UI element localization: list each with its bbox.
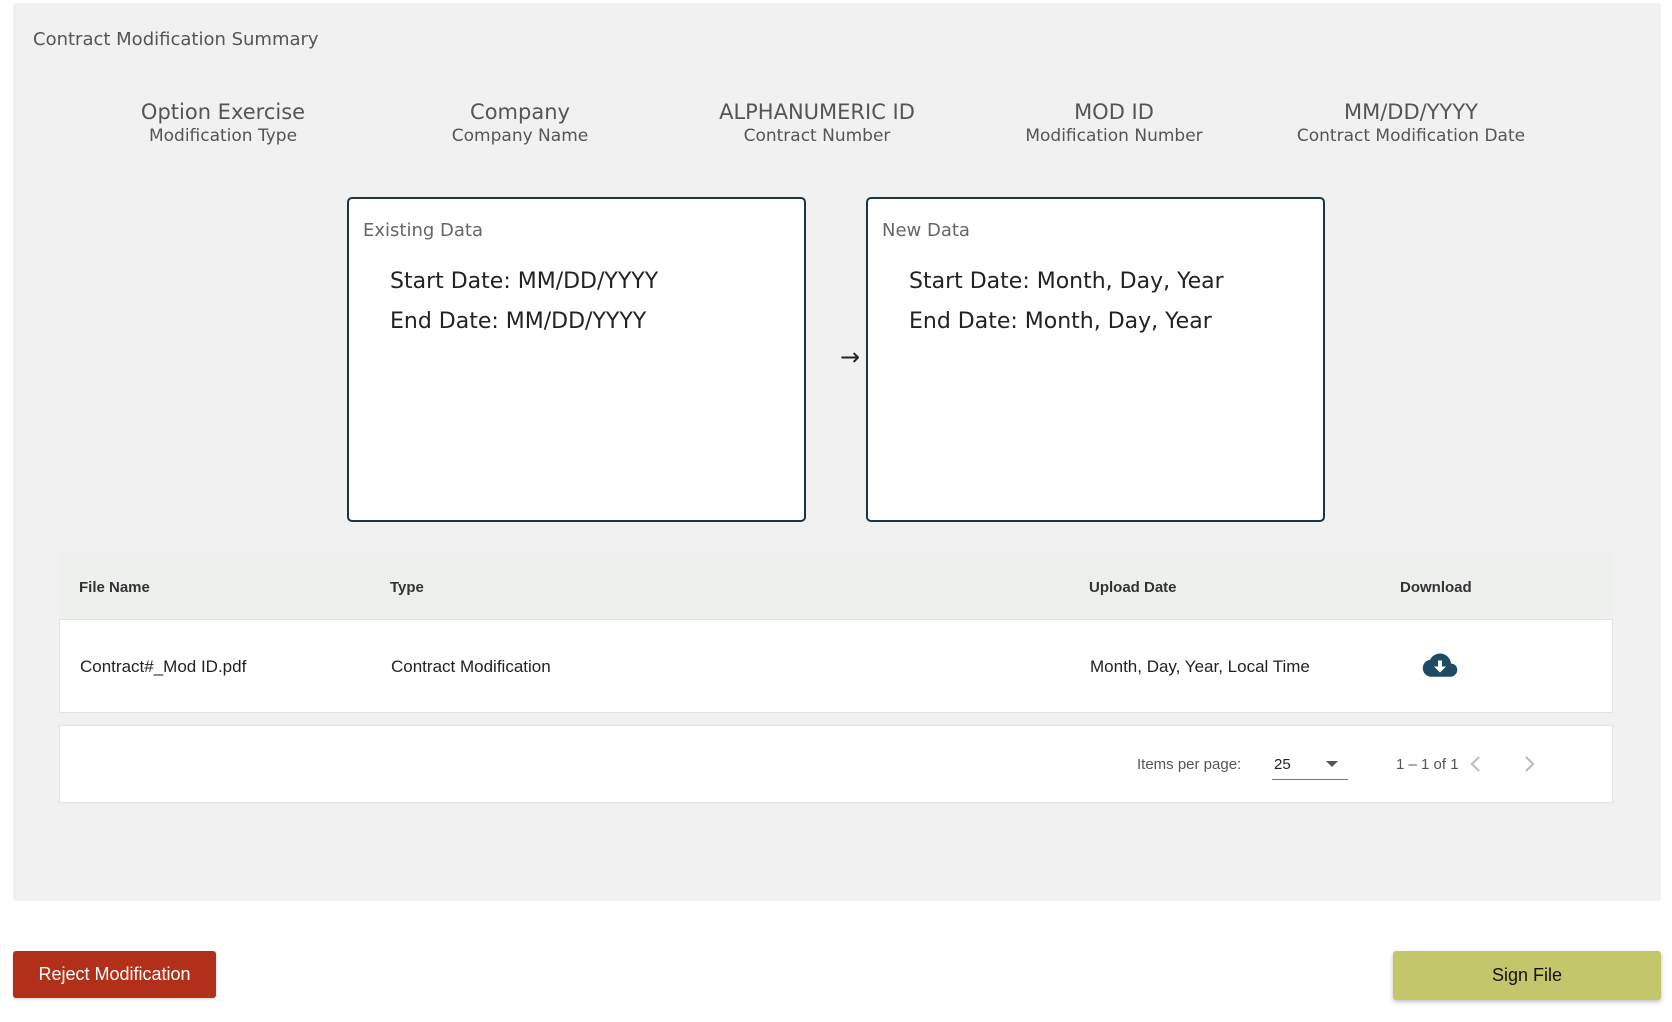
cloud-download-icon[interactable] — [1422, 652, 1458, 680]
previous-page-button[interactable] — [1460, 748, 1492, 780]
summary-modification-type: Option Exercise Modification Type — [73, 99, 373, 147]
column-header-file-name[interactable]: File Name — [79, 579, 150, 596]
summary-value: ALPHANUMERIC ID — [719, 100, 915, 124]
column-header-download[interactable]: Download — [1400, 579, 1472, 596]
summary-value: MM/DD/YYYY — [1343, 100, 1479, 124]
existing-data-box: Existing Data Start Date: MM/DD/YYYY End… — [347, 197, 806, 522]
new-data-title: New Data — [882, 220, 970, 241]
summary-label: Contract Number — [743, 126, 891, 146]
caret-down-icon — [1326, 761, 1338, 767]
summary-row: Option Exercise Modification Type Compan… — [13, 99, 1661, 159]
summary-company-name: Company Company Name — [370, 99, 670, 147]
reject-modification-button[interactable]: Reject Modification — [13, 951, 216, 998]
chevron-left-icon — [1470, 756, 1480, 772]
column-header-type[interactable]: Type — [390, 579, 424, 596]
existing-data-title: Existing Data — [363, 220, 483, 241]
right-arrow-icon: → — [839, 343, 861, 371]
column-header-upload-date[interactable]: Upload Date — [1089, 579, 1177, 596]
summary-modification-number: MOD ID Modification Number — [964, 99, 1264, 147]
next-page-button[interactable] — [1513, 748, 1545, 780]
cloud-download-icon-graphic — [1422, 653, 1458, 677]
modification-summary-panel: Contract Modification Summary Option Exe… — [13, 3, 1661, 901]
summary-label: Modification Type — [148, 126, 298, 146]
summary-value: MOD ID — [1074, 100, 1154, 124]
new-data-box: New Data Start Date: Month, Day, Year En… — [866, 197, 1325, 522]
upload-date-cell: Month, Day, Year, Local Time — [1090, 657, 1310, 676]
new-start-date: Start Date: Month, Day, Year — [909, 269, 1224, 294]
summary-label: Contract Modification Date — [1296, 126, 1526, 146]
summary-label: Company Name — [451, 126, 589, 146]
sign-file-button[interactable]: Sign File — [1393, 951, 1661, 1000]
files-table-header: File Name Type Upload Date Download — [59, 553, 1613, 619]
page-range-label: 1 – 1 of 1 — [1396, 756, 1459, 773]
type-cell: Contract Modification — [391, 657, 551, 676]
summary-label: Modification Number — [1025, 126, 1203, 146]
items-per-page-label: Items per page: — [1137, 756, 1242, 773]
table-row: Contract#_Mod ID.pdf Contract Modificati… — [59, 619, 1613, 713]
new-end-date: End Date: Month, Day, Year — [909, 309, 1212, 334]
summary-value: Option Exercise — [140, 100, 306, 124]
items-per-page-select[interactable]: 25 — [1272, 748, 1348, 780]
existing-start-date: Start Date: MM/DD/YYYY — [390, 269, 659, 294]
panel-title: Contract Modification Summary — [33, 29, 319, 50]
summary-value: Company — [470, 100, 570, 124]
file-name-cell: Contract#_Mod ID.pdf — [80, 657, 247, 676]
items-per-page-value: 25 — [1274, 756, 1291, 773]
summary-contract-number: ALPHANUMERIC ID Contract Number — [667, 99, 967, 147]
paginator: Items per page: 25 1 – 1 of 1 — [59, 725, 1613, 803]
summary-modification-date: MM/DD/YYYY Contract Modification Date — [1261, 99, 1561, 147]
chevron-right-icon — [1525, 756, 1535, 772]
existing-end-date: End Date: MM/DD/YYYY — [390, 309, 647, 334]
